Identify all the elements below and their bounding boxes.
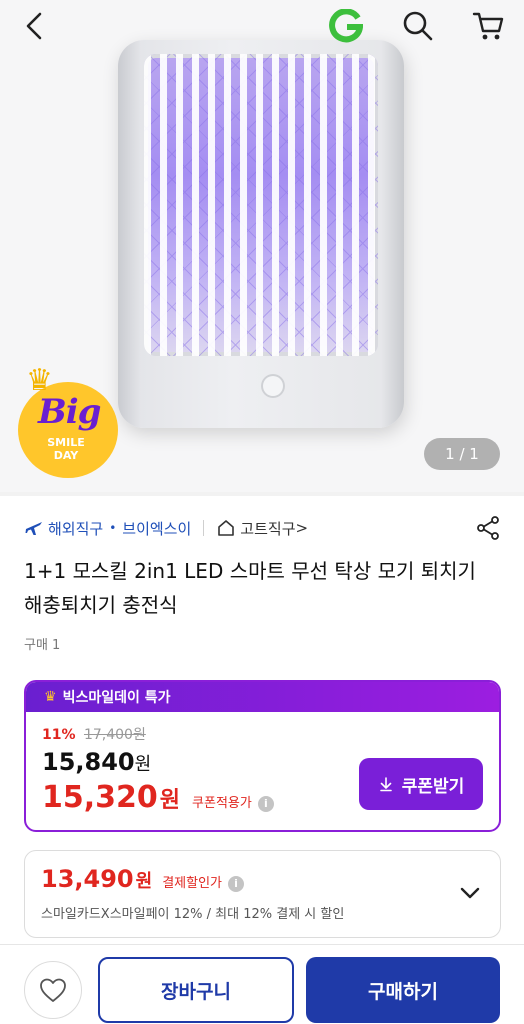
- product-image: [118, 40, 404, 428]
- gmarket-g-icon: [329, 9, 363, 43]
- heart-icon: [40, 978, 66, 1002]
- original-price: 17,400원: [83, 727, 146, 743]
- section-divider: [0, 492, 524, 496]
- sale-price-value: 15,840: [42, 748, 135, 776]
- badge-smile: SMILE: [47, 436, 85, 449]
- wishlist-button[interactable]: [24, 961, 82, 1019]
- product-grid-window: [144, 54, 378, 356]
- search-icon: [403, 11, 433, 41]
- buy-now-button[interactable]: 구매하기: [306, 957, 500, 1023]
- get-coupon-label: 쿠폰받기: [401, 776, 465, 797]
- cart-icon: [472, 12, 504, 40]
- payment-discount-box[interactable]: 13,490 원 결제할인가 i 스마일카드X스마일페이 12% / 최대 12%…: [24, 850, 501, 938]
- payment-price-value: 13,490: [41, 865, 134, 893]
- chevron-left-icon: [26, 12, 42, 40]
- seller-row: 해외직구 • 브이엑스이 고트직구 >: [24, 514, 504, 542]
- separator-dot: •: [109, 521, 117, 535]
- crown-icon: ♛: [44, 689, 57, 705]
- overseas-label[interactable]: 해외직구: [48, 518, 103, 539]
- store-home-arrow: >: [295, 519, 309, 537]
- product-image-area[interactable]: ♛ Big SMILE DAY 1 / 1: [0, 0, 524, 492]
- discount-line: 11% 17,400원: [42, 724, 146, 744]
- store-name[interactable]: 브이엑스이: [122, 518, 191, 539]
- info-icon[interactable]: i: [257, 795, 274, 812]
- add-to-cart-button[interactable]: 장바구니: [98, 957, 294, 1023]
- store-home-label: 고트직구: [240, 519, 296, 538]
- download-icon: [379, 777, 392, 792]
- payment-discount-price: 13,490 원 결제할인가 i: [41, 865, 244, 893]
- sale-price-unit: 원: [134, 754, 152, 775]
- coupon-price-label: 쿠폰적용가: [192, 796, 252, 811]
- info-icon[interactable]: i: [228, 875, 244, 892]
- cart-button[interactable]: [468, 6, 508, 46]
- search-button[interactable]: [398, 6, 438, 46]
- image-page-counter: 1 / 1: [424, 438, 500, 470]
- bottom-action-bar: 장바구니 구매하기: [0, 944, 524, 1024]
- product-power-button: [261, 374, 285, 398]
- product-title: 1+1 모스킬 2in1 LED 스마트 무선 탁상 모기 퇴치기 해충퇴치기 …: [24, 559, 476, 617]
- coupon-price-value: 15,320: [42, 780, 158, 815]
- special-deal-box: ♛ 빅스마일데이 특가 11% 17,400원 15,840원 15,320 원 …: [24, 680, 501, 832]
- purchase-count: 구매 1: [24, 638, 61, 653]
- deal-header-label: 빅스마일데이 특가: [62, 690, 171, 706]
- airplane-icon: [25, 522, 42, 535]
- share-icon: [477, 516, 499, 540]
- product-bars: [144, 54, 378, 356]
- payment-price-unit: 원: [135, 871, 153, 892]
- payment-discount-label: 결제할인가: [162, 876, 222, 891]
- payment-discount-description: 스마일카드X스마일페이 12% / 최대 12% 결제 시 할인: [41, 907, 345, 922]
- sale-price: 15,840원: [42, 748, 151, 776]
- get-coupon-button[interactable]: 쿠폰받기: [359, 758, 483, 810]
- home-icon: [218, 520, 235, 536]
- back-button[interactable]: [14, 6, 54, 46]
- expand-button[interactable]: [458, 881, 482, 905]
- discount-rate: 11%: [42, 727, 76, 743]
- badge-day: DAY: [53, 449, 79, 462]
- badge-big-text: Big: [38, 392, 101, 432]
- coupon-price-unit: 원: [159, 788, 181, 813]
- store-home-link[interactable]: 고트직구 >: [216, 518, 308, 539]
- share-button[interactable]: [472, 512, 504, 544]
- big-smile-day-badge: ♛ Big SMILE DAY: [18, 366, 120, 478]
- top-header: [0, 0, 524, 50]
- deal-header: ♛ 빅스마일데이 특가: [26, 682, 499, 712]
- badge-smile-day-text: SMILE DAY: [34, 436, 98, 462]
- vertical-divider: [203, 520, 205, 536]
- gmarket-home-button[interactable]: [326, 6, 366, 46]
- coupon-price: 15,320 원 쿠폰적용가 i: [42, 780, 274, 815]
- chevron-down-icon: [460, 887, 480, 899]
- deal-body: 11% 17,400원 15,840원 15,320 원 쿠폰적용가 i 쿠폰받기: [26, 712, 499, 830]
